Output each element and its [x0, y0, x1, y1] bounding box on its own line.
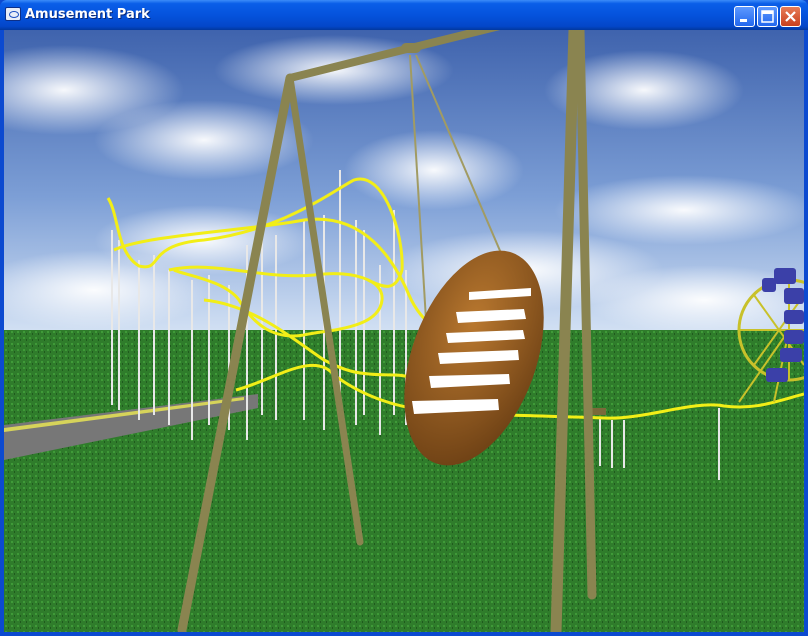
coaster-car: [592, 408, 606, 415]
app-window-icon[interactable]: [5, 7, 21, 21]
close-button[interactable]: [780, 6, 801, 27]
maximize-icon: [761, 10, 774, 23]
minimize-icon: [740, 19, 747, 22]
application-window: Amusement Park: [0, 0, 808, 636]
3d-viewport[interactable]: [4, 30, 804, 632]
maximize-button[interactable]: [757, 6, 778, 27]
window-title: Amusement Park: [25, 7, 150, 22]
title-bar[interactable]: Amusement Park: [0, 0, 808, 30]
amusement-park-scene: [4, 30, 804, 632]
close-icon: [785, 11, 796, 22]
minimize-button[interactable]: [734, 6, 755, 27]
